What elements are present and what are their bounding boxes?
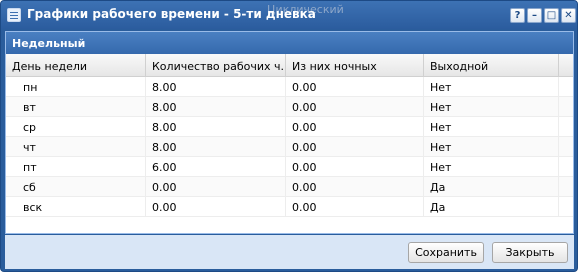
column-header-day-off[interactable]: Выходной	[424, 54, 559, 76]
cell-work-hours[interactable]: 0.00	[146, 177, 286, 197]
cell-work-hours[interactable]: 0.00	[146, 197, 286, 217]
table-row[interactable]: вт 8.00 0.00 Нет	[6, 97, 573, 117]
column-header-work-hours[interactable]: Количество рабочих ч...	[146, 54, 286, 76]
table-row[interactable]: вск 0.00 0.00 Да	[6, 197, 573, 217]
close-window-button[interactable]: ✕	[561, 8, 576, 23]
cell-work-hours[interactable]: 8.00	[146, 97, 286, 117]
cell-day: сб	[6, 177, 146, 197]
grid-body: пн 8.00 0.00 Нет вт 8.00 0.00 Нет ср 8.0…	[6, 77, 573, 217]
table-row[interactable]: пн 8.00 0.00 Нет	[6, 77, 573, 97]
cell-night-hours[interactable]: 0.00	[286, 97, 424, 117]
cell-day-off[interactable]: Нет	[424, 137, 559, 157]
save-button[interactable]: Сохранить	[408, 242, 484, 263]
table-row[interactable]: чт 8.00 0.00 Нет	[6, 137, 573, 157]
cell-night-hours[interactable]: 0.00	[286, 157, 424, 177]
dialog-footer: Сохранить Закрыть	[5, 235, 574, 269]
cell-work-hours[interactable]: 6.00	[146, 157, 286, 177]
column-header-day[interactable]: День недели	[6, 54, 146, 76]
cell-night-hours[interactable]: 0.00	[286, 117, 424, 137]
dialog-window: Циклический Графики рабочего времени - 5…	[0, 0, 578, 272]
cell-day-off[interactable]: Нет	[424, 157, 559, 177]
cell-work-hours[interactable]: 8.00	[146, 117, 286, 137]
column-header-night-hours[interactable]: Из них ночных	[286, 54, 424, 76]
panel-title: Недельный	[6, 32, 573, 54]
cell-night-hours[interactable]: 0.00	[286, 77, 424, 97]
cell-night-hours[interactable]: 0.00	[286, 177, 424, 197]
grid-header-row: День недели Количество рабочих ч... Из н…	[6, 54, 573, 77]
cell-night-hours[interactable]: 0.00	[286, 137, 424, 157]
cell-work-hours[interactable]: 8.00	[146, 77, 286, 97]
calendar-icon	[7, 8, 21, 22]
cell-day: пт	[6, 157, 146, 177]
close-button[interactable]: Закрыть	[492, 242, 568, 263]
cell-night-hours[interactable]: 0.00	[286, 197, 424, 217]
cell-day: чт	[6, 137, 146, 157]
maximize-button[interactable]: □	[544, 8, 559, 23]
cell-work-hours[interactable]: 8.00	[146, 137, 286, 157]
cell-day: ср	[6, 117, 146, 137]
help-button[interactable]: ?	[510, 8, 525, 23]
cell-day-off[interactable]: Нет	[424, 117, 559, 137]
title-bar[interactable]: Циклический Графики рабочего времени - 5…	[1, 1, 577, 29]
table-row[interactable]: пт 6.00 0.00 Нет	[6, 157, 573, 177]
minimize-button[interactable]: –	[527, 8, 542, 23]
table-row[interactable]: ср 8.00 0.00 Нет	[6, 117, 573, 137]
cell-day-off[interactable]: Нет	[424, 77, 559, 97]
cell-day: вск	[6, 197, 146, 217]
table-row[interactable]: сб 0.00 0.00 Да	[6, 177, 573, 197]
cell-day-off[interactable]: Нет	[424, 97, 559, 117]
cell-day-off[interactable]: Да	[424, 197, 559, 217]
cell-day: пн	[6, 77, 146, 97]
cell-day-off[interactable]: Да	[424, 177, 559, 197]
cell-day: вт	[6, 97, 146, 117]
window-title: Графики рабочего времени - 5-ти дневка	[27, 7, 316, 21]
grid-panel: Недельный День недели Количество рабочих…	[5, 31, 574, 234]
